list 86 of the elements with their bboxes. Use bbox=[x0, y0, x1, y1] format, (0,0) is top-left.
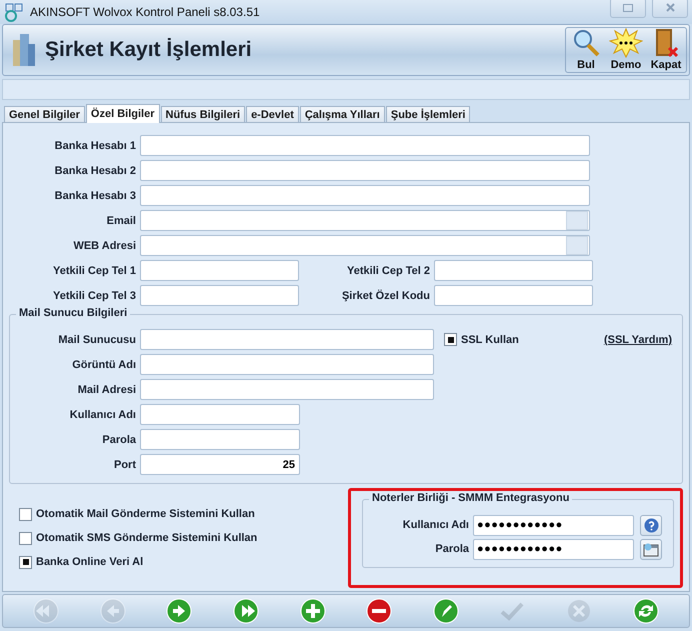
checkbox-label: SSL Kullan bbox=[461, 334, 519, 346]
field-label: Port bbox=[113, 458, 137, 471]
field-label: Parola bbox=[434, 543, 470, 556]
forward-icon bbox=[166, 598, 192, 624]
field-label: Yetkili Cep Tel 3 bbox=[52, 290, 137, 302]
input-field[interactable]: 25 bbox=[140, 454, 300, 476]
edit-button[interactable] bbox=[432, 598, 459, 624]
checkbox[interactable] bbox=[444, 333, 457, 346]
delete-button[interactable] bbox=[366, 598, 392, 624]
input-field[interactable] bbox=[140, 379, 434, 400]
field-label: Kullanıcı Adı bbox=[68, 408, 137, 421]
window-title: AKINSOFT Wolvox Kontrol Paneli s8.03.51 bbox=[30, 4, 261, 19]
add-button[interactable] bbox=[300, 598, 326, 624]
refresh-icon bbox=[632, 598, 659, 624]
next-button[interactable] bbox=[166, 598, 192, 624]
tab[interactable]: Nüfus Bilgileri bbox=[160, 106, 246, 122]
plus-icon bbox=[300, 598, 326, 624]
magnifier-icon bbox=[571, 28, 601, 58]
checkbox-label: Otomatik SMS Gönderme Sistemini Kullan bbox=[36, 532, 258, 544]
field-label: Görüntü Adı bbox=[71, 358, 137, 371]
field-label: Mail Sunucusu bbox=[57, 334, 137, 346]
field-label: Banka Hesabı 3 bbox=[54, 190, 137, 202]
field-label: Mail Adresi bbox=[76, 384, 137, 396]
starburst-icon bbox=[609, 28, 643, 58]
field-button[interactable] bbox=[566, 211, 588, 230]
field-label: WEB Adresi bbox=[72, 240, 137, 252]
x-icon bbox=[566, 598, 592, 624]
field-label: Banka Hesabı 2 bbox=[54, 164, 137, 177]
field-label: Email bbox=[106, 214, 137, 227]
last-icon bbox=[233, 598, 260, 624]
back-icon bbox=[100, 598, 126, 624]
field-label: Kullanıcı Adı bbox=[402, 519, 470, 532]
input-field[interactable] bbox=[140, 210, 590, 232]
last-button[interactable] bbox=[233, 598, 260, 624]
checkbox-label: Otomatik Mail Gönderme Sistemini Kullan bbox=[36, 508, 255, 520]
input-field[interactable] bbox=[140, 404, 300, 426]
help-link[interactable]: (SSL Yardım) bbox=[604, 334, 672, 346]
close-button[interactable] bbox=[652, 0, 688, 18]
input-field[interactable] bbox=[140, 354, 434, 376]
field-label: Yetkili Cep Tel 2 bbox=[346, 264, 431, 277]
help-icon bbox=[644, 518, 658, 533]
app-icon bbox=[4, 2, 24, 22]
field-label: Yetkili Cep Tel 1 bbox=[52, 264, 137, 277]
field-label: Banka Hesabı 1 bbox=[54, 140, 137, 152]
help-button[interactable] bbox=[640, 514, 662, 536]
input-field[interactable] bbox=[140, 135, 590, 156]
input-field[interactable] bbox=[434, 260, 593, 282]
tab[interactable]: Şube İşlemleri bbox=[386, 106, 470, 122]
buildings-icon bbox=[11, 32, 37, 68]
group-title: Mail Sunucu Bilgileri bbox=[16, 307, 130, 320]
input-field[interactable] bbox=[434, 285, 593, 306]
tab[interactable]: e-Devlet bbox=[246, 106, 299, 122]
close-icon bbox=[666, 3, 674, 12]
checkbox[interactable] bbox=[19, 508, 32, 521]
page-title: Şirket Kayıt İşlemleri bbox=[45, 38, 253, 62]
input-field[interactable] bbox=[140, 235, 590, 256]
checkbox-label: Banka Online Veri Al bbox=[36, 556, 144, 568]
input-field[interactable] bbox=[140, 185, 590, 206]
restore-icon bbox=[623, 4, 633, 12]
password-field[interactable]: ●●●●●●●●●●●● bbox=[473, 538, 634, 560]
restore-button[interactable] bbox=[610, 0, 646, 18]
input-field[interactable] bbox=[140, 285, 299, 306]
input-field[interactable] bbox=[140, 329, 434, 350]
demo-button[interactable]: Demo bbox=[606, 28, 646, 72]
edit-icon bbox=[432, 598, 459, 624]
input-field[interactable] bbox=[140, 160, 590, 182]
group-title: Noterler Birliği - SMMM Entegrasyonu bbox=[369, 492, 572, 504]
refresh-button[interactable] bbox=[632, 598, 659, 624]
door-icon bbox=[653, 28, 679, 58]
tab[interactable]: Genel Bilgiler bbox=[4, 106, 85, 122]
tab[interactable]: Özel Bilgiler bbox=[86, 104, 160, 124]
checkbox[interactable] bbox=[19, 556, 32, 569]
search-button[interactable]: Bul bbox=[566, 28, 606, 72]
first-icon bbox=[33, 598, 60, 624]
checkbox[interactable] bbox=[19, 532, 32, 545]
window-icon bbox=[643, 542, 659, 557]
minus-icon bbox=[366, 598, 392, 624]
field-button[interactable] bbox=[566, 236, 588, 256]
picker-button[interactable] bbox=[640, 538, 662, 560]
field-label: Parola bbox=[101, 434, 137, 446]
password-field[interactable]: ●●●●●●●●●●●● bbox=[473, 514, 634, 536]
tab[interactable]: Çalışma Yılları bbox=[300, 106, 385, 122]
close-button[interactable]: Kapat bbox=[646, 28, 686, 72]
input-field[interactable] bbox=[140, 260, 299, 282]
field-label: Şirket Özel Kodu bbox=[340, 290, 431, 302]
input-field[interactable] bbox=[140, 429, 300, 450]
